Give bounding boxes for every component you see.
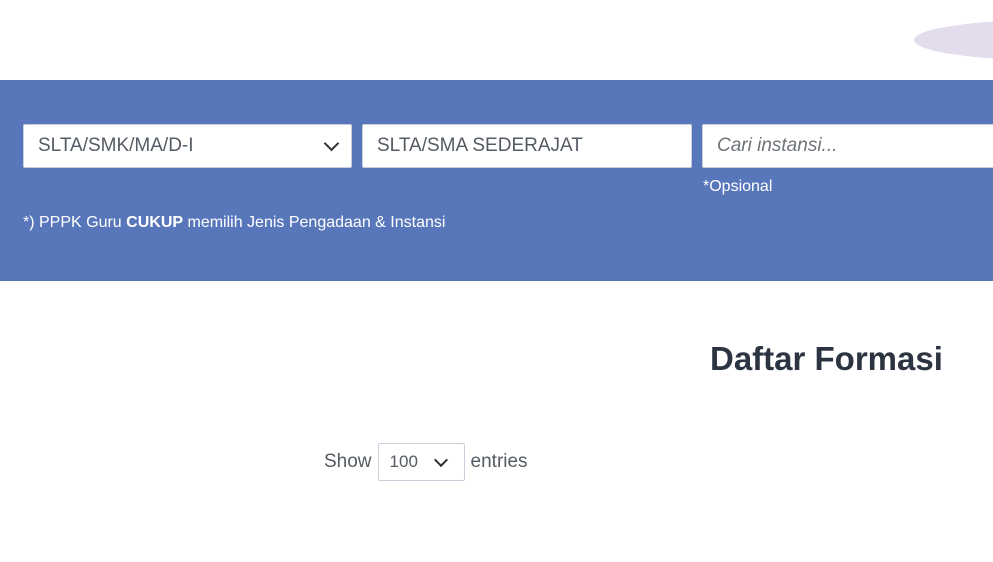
- entries-per-page-select[interactable]: 100: [377, 443, 465, 481]
- chevron-down-icon: [433, 452, 448, 467]
- show-label: Show: [324, 451, 372, 472]
- entries-label: entries: [470, 451, 528, 472]
- education-level-value: SLTA/SMK/MA/D-I: [38, 135, 194, 156]
- optional-note: *Opsional: [703, 178, 773, 195]
- page-title: Daftar Formasi: [710, 340, 943, 377]
- filter-panel: SLTA/SMK/MA/D-I SLTA/SMA SEDERAJAT *Opsi…: [0, 80, 993, 281]
- pppk-guru-note: *) PPPK Guru CUKUP memilih Jenis Pengada…: [23, 214, 445, 232]
- major-value: SLTA/SMA SEDERAJAT: [377, 135, 583, 156]
- agency-search-field[interactable]: [702, 124, 993, 168]
- pppk-note-emphasis: CUKUP: [126, 214, 184, 231]
- pppk-note-prefix: *) PPPK Guru: [23, 214, 127, 231]
- chevron-down-icon: [323, 135, 340, 151]
- page: SLTA/SMK/MA/D-I SLTA/SMA SEDERAJAT *Opsi…: [0, 0, 993, 562]
- decorative-ellipse: [914, 20, 993, 60]
- pppk-note-suffix: memilih Jenis Pengadaan & Instansi: [183, 214, 446, 231]
- entries-length-control: Show 100 entries: [324, 443, 528, 481]
- education-level-select[interactable]: SLTA/SMK/MA/D-I: [23, 124, 352, 168]
- major-field[interactable]: SLTA/SMA SEDERAJAT: [362, 124, 692, 168]
- entries-per-page-value: 100: [389, 452, 418, 471]
- agency-search-input[interactable]: [717, 135, 993, 157]
